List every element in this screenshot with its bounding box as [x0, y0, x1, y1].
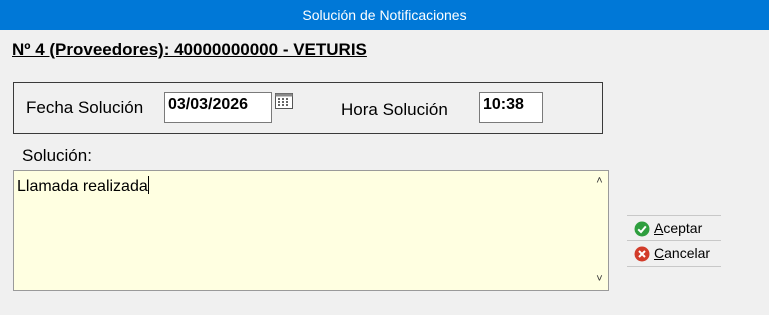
x-circle-icon [634, 246, 650, 262]
accept-button[interactable]: Aceptar [627, 215, 721, 241]
date-label: Fecha Solución [26, 98, 144, 117]
time-input[interactable]: 10:38 [479, 92, 543, 123]
window-titlebar: Solución de Notificaciones [0, 0, 769, 30]
solution-textarea[interactable]: Llamada realizada ˄ ˅ [13, 170, 609, 291]
accept-mnemonic: A [654, 220, 664, 236]
window-title: Solución de Notificaciones [302, 7, 467, 23]
cancel-button[interactable]: Cancelar [627, 241, 721, 267]
calendar-icon[interactable] [275, 92, 293, 109]
notification-header: Nº 4 (Proveedores): 40000000000 - VETURI… [12, 40, 367, 59]
cancel-label: ancelar [664, 245, 711, 261]
check-circle-icon [634, 221, 650, 237]
scroll-down-icon[interactable]: ˅ [591, 271, 608, 288]
scroll-up-icon[interactable]: ˄ [591, 173, 608, 190]
time-label: Hora Solución [341, 100, 448, 119]
solution-text: Llamada realizada [17, 178, 148, 195]
solution-scrollbar[interactable]: ˄ ˅ [591, 171, 608, 290]
date-input[interactable]: 03/03/2026 [164, 92, 272, 123]
cancel-mnemonic: C [654, 245, 665, 261]
accept-label: ceptar [663, 220, 703, 236]
text-caret [147, 176, 149, 194]
date-time-group: Fecha Solución 03/03/2026 Hora Solución … [13, 82, 603, 134]
solution-label: Solución: [22, 146, 92, 165]
